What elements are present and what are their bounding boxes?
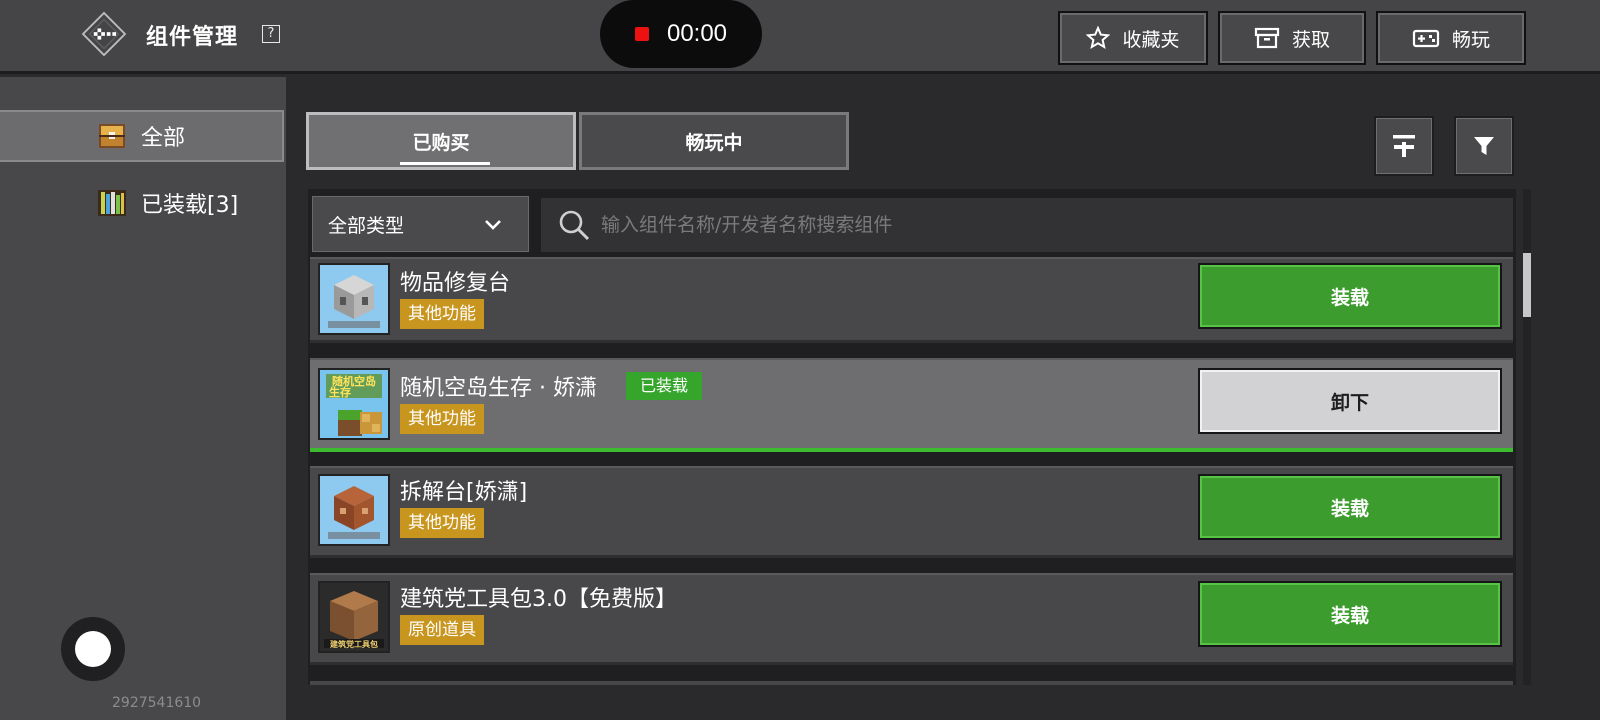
item-name: 建筑党工具包3.0【免费版】 bbox=[400, 587, 677, 612]
favorites-label: 收藏夹 bbox=[1122, 28, 1180, 51]
repair-table-image bbox=[320, 265, 388, 333]
get-button[interactable]: 获取 bbox=[1218, 11, 1366, 65]
filter-icon bbox=[1474, 137, 1494, 155]
get-label: 获取 bbox=[1291, 28, 1330, 51]
floating-assist-button[interactable] bbox=[61, 617, 125, 681]
load-button[interactable]: 装载 bbox=[1198, 581, 1502, 647]
filter-button[interactable] bbox=[1454, 116, 1514, 176]
type-dropdown[interactable]: 全部类型 bbox=[310, 194, 531, 254]
sidebar-item-all[interactable]: 全部 bbox=[0, 110, 284, 162]
upload-button[interactable] bbox=[1374, 116, 1434, 176]
back-arrow-icon bbox=[81, 11, 127, 57]
svg-text:生存: 生存 bbox=[329, 385, 351, 399]
upload-icon bbox=[1393, 135, 1415, 157]
list-item: 随机空岛 生存 随机空岛生存 · 娇潇 已装载 其他功能 卸下 bbox=[310, 358, 1513, 452]
load-button[interactable]: 装载 bbox=[1198, 474, 1502, 540]
tab-purchased-label: 已购买 bbox=[412, 131, 470, 154]
top-bar: 组件管理 ? 00:00 收藏夹 获取 畅玩 bbox=[0, 0, 1600, 74]
sidebar-item-all-label: 全部 bbox=[141, 126, 186, 151]
star-icon bbox=[1086, 26, 1111, 50]
back-button[interactable] bbox=[78, 8, 130, 60]
item-thumbnail bbox=[318, 474, 390, 546]
item-thumbnail bbox=[318, 263, 390, 335]
item-thumbnail: 随机空岛 生存 bbox=[318, 368, 390, 440]
scrollbar-thumb[interactable] bbox=[1523, 253, 1531, 317]
dismantle-table-image bbox=[320, 476, 388, 544]
sky-island-image: 随机空岛 生存 bbox=[320, 370, 388, 438]
load-button[interactable]: 装载 bbox=[1198, 263, 1502, 329]
builder-toolkit-image: 建筑党工具包 bbox=[320, 583, 388, 651]
assist-dot-icon bbox=[75, 631, 111, 667]
sidebar: 全部 已装载[3] 2927541610 bbox=[0, 77, 286, 720]
item-category-tag: 其他功能 bbox=[400, 404, 484, 434]
installed-badge: 已装载 bbox=[626, 372, 703, 400]
search-input[interactable] bbox=[601, 198, 1501, 252]
svg-text:建筑党工具包: 建筑党工具包 bbox=[329, 639, 378, 649]
item-thumbnail: 建筑党工具包 bbox=[318, 581, 390, 653]
next-list-item-edge bbox=[310, 681, 1513, 685]
play-button[interactable]: 畅玩 bbox=[1376, 11, 1526, 65]
tab-active-underline bbox=[400, 162, 490, 165]
item-category-tag: 原创道具 bbox=[400, 615, 484, 645]
tab-purchased[interactable]: 已购买 bbox=[306, 112, 576, 170]
recorder-time: 00:00 bbox=[666, 20, 728, 47]
gamepad-icon bbox=[1412, 29, 1440, 48]
type-dropdown-value: 全部类型 bbox=[328, 214, 405, 237]
tab-playing-label: 畅玩中 bbox=[685, 131, 743, 154]
item-name: 随机空岛生存 · 娇潇 bbox=[400, 376, 597, 401]
unload-button[interactable]: 卸下 bbox=[1198, 368, 1502, 434]
item-name: 物品修复台 bbox=[400, 271, 511, 296]
list-item: 物品修复台 其他功能 装载 bbox=[310, 257, 1513, 343]
sidebar-item-loaded[interactable]: 已装载[3] bbox=[0, 177, 284, 229]
item-name: 拆解台[娇潇] bbox=[400, 480, 528, 505]
page-title: 组件管理 bbox=[146, 25, 239, 50]
search-icon bbox=[559, 210, 590, 241]
screen-recorder-pill[interactable]: 00:00 bbox=[600, 0, 762, 68]
tab-playing[interactable]: 畅玩中 bbox=[579, 112, 849, 170]
chest-icon bbox=[99, 124, 125, 148]
chevron-down-icon bbox=[485, 220, 501, 230]
record-icon bbox=[634, 27, 649, 41]
box-icon bbox=[1254, 27, 1280, 49]
favorites-button[interactable]: 收藏夹 bbox=[1058, 11, 1208, 65]
help-icon[interactable]: ? bbox=[262, 25, 280, 43]
item-category-tag: 其他功能 bbox=[400, 299, 484, 329]
sidebar-item-loaded-label: 已装载[3] bbox=[141, 193, 239, 218]
user-id: 2927541610 bbox=[112, 695, 202, 711]
play-label: 畅玩 bbox=[1451, 28, 1490, 51]
item-category-tag: 其他功能 bbox=[400, 508, 484, 538]
books-icon bbox=[98, 190, 126, 216]
list-item: 拆解台[娇潇] 其他功能 装载 bbox=[310, 466, 1513, 558]
list-item: 建筑党工具包 建筑党工具包3.0【免费版】 原创道具 装载 bbox=[310, 573, 1513, 665]
search-box bbox=[541, 198, 1513, 252]
